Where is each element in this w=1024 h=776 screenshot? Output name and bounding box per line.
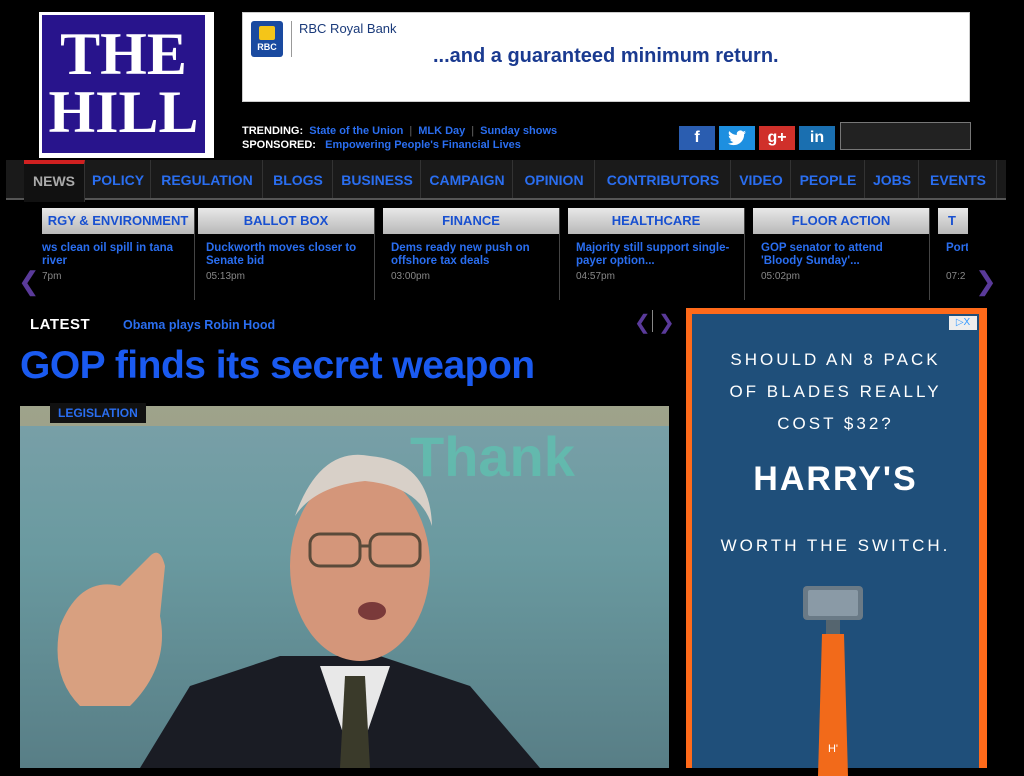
main-headline[interactable]: GOP finds its secret weapon	[20, 344, 535, 388]
topic-card[interactable]: FINANCE Dems ready new push on offshore …	[383, 208, 560, 300]
latest-nav-divider	[652, 310, 653, 332]
ad-question-line: SHOULD AN 8 PACK	[730, 350, 941, 369]
twitter-icon[interactable]	[719, 126, 755, 150]
topic-heading: FLOOR ACTION	[753, 208, 929, 234]
nav-item-jobs[interactable]: JOBS	[866, 160, 919, 198]
logo-line-1: THE	[60, 21, 187, 87]
topic-card[interactable]: FLOOR ACTION GOP senator to attend 'Bloo…	[753, 208, 930, 300]
ad-question: SHOULD AN 8 PACK OF BLADES REALLY COST $…	[692, 344, 979, 440]
facebook-icon[interactable]: f	[679, 126, 715, 150]
razor-handle-mark: H'	[828, 743, 838, 755]
ad-brand: HARRY'S	[753, 460, 918, 498]
harrys-ad[interactable]: ▷X SHOULD AN 8 PACK OF BLADES REALLY COS…	[686, 308, 987, 776]
topic-title[interactable]: Duckworth moves closer to Senate bid	[198, 234, 374, 270]
search-input[interactable]	[840, 122, 971, 150]
the-hill-logo[interactable]: THE HILL	[39, 12, 214, 158]
latest-label: LATEST	[30, 316, 91, 333]
topic-time: 07:2	[946, 271, 966, 282]
topic-time: 04:57pm	[576, 271, 615, 282]
ad-choices-icon[interactable]: ▷X	[949, 316, 977, 330]
banner-tagline: ...and a guaranteed minimum return.	[433, 45, 779, 67]
topic-time: 03:00pm	[391, 271, 430, 282]
svg-text:Thank: Thank	[410, 425, 576, 488]
ad-question-line: OF BLADES REALLY	[729, 382, 942, 401]
nav-item-people[interactable]: PEOPLE	[792, 160, 865, 198]
carousel-prev-icon[interactable]: ❮	[18, 266, 40, 297]
topic-card[interactable]: T Port 07:2	[938, 208, 968, 300]
nav-item-news[interactable]: NEWS	[24, 160, 85, 202]
latest-prev-icon[interactable]: ❮	[634, 310, 651, 335]
topic-card[interactable]: HEALTHCARE Majority still support single…	[568, 208, 745, 300]
nav-item-contributors[interactable]: CONTRIBUTORS	[596, 160, 731, 198]
topic-title[interactable]: Port	[938, 234, 968, 270]
topic-card[interactable]: RGY & ENVIRONMENT ws clean oil spill in …	[42, 208, 195, 300]
razor-icon: H'	[803, 586, 863, 776]
nav-item-policy[interactable]: POLICY	[86, 160, 151, 198]
banner-bank-name: RBC Royal Bank	[299, 21, 397, 36]
banner-divider	[291, 21, 292, 57]
topic-time: 7pm	[42, 271, 62, 282]
nav-item-blogs[interactable]: BLOGS	[264, 160, 333, 198]
nav-item-events[interactable]: EVENTS	[920, 160, 997, 198]
trending-label: TRENDING:	[242, 125, 304, 137]
trending-link[interactable]: MLK Day	[418, 125, 465, 137]
google-plus-icon[interactable]: g+	[759, 126, 795, 150]
topic-time: 05:02pm	[761, 271, 800, 282]
ad-tagline: WORTH THE SWITCH.	[720, 536, 951, 555]
trending-bar: TRENDING: State of the Union | MLK Day | Sun…	[242, 125, 558, 151]
sponsored-label: SPONSORED:	[242, 139, 316, 151]
topic-heading: HEALTHCARE	[568, 208, 744, 234]
topic-title[interactable]: GOP senator to attend 'Bloody Sunday'...	[753, 234, 929, 270]
latest-headline-link[interactable]: Obama plays Robin Hood	[123, 318, 275, 332]
headline-photo[interactable]: Thank	[20, 406, 669, 768]
carousel-next-icon[interactable]: ❯	[975, 266, 997, 297]
linkedin-icon[interactable]: in	[799, 126, 835, 150]
topic-card[interactable]: BALLOT BOX Duckworth moves closer to Sen…	[198, 208, 375, 300]
topic-title[interactable]: Majority still support single-payer opti…	[568, 234, 744, 270]
rbc-banner-ad[interactable]: RBC RBC Royal Bank ...and a guaranteed m…	[242, 12, 970, 102]
nav-item-campaign[interactable]: CAMPAIGN	[422, 160, 513, 198]
nav-item-business[interactable]: BUSINESS	[334, 160, 421, 198]
trending-link[interactable]: State of the Union	[309, 125, 403, 137]
topic-time: 05:13pm	[206, 271, 245, 282]
main-nav: NEWS POLICY REGULATION BLOGS BUSINESS CA…	[6, 160, 1006, 202]
trending-link[interactable]: Sunday shows	[480, 125, 557, 137]
topic-heading: RGY & ENVIRONMENT	[42, 208, 194, 234]
logo-line-2: HILL	[48, 79, 199, 145]
sponsored-link[interactable]: Empowering People's Financial Lives	[325, 139, 521, 151]
rbc-logo-icon: RBC	[251, 21, 283, 57]
latest-next-icon[interactable]: ❯	[658, 310, 675, 335]
topic-heading: BALLOT BOX	[198, 208, 374, 234]
topic-heading: FINANCE	[383, 208, 559, 234]
topics-carousel: RGY & ENVIRONMENT ws clean oil spill in …	[6, 204, 1006, 302]
topic-title[interactable]: Dems ready new push on offshore tax deal…	[383, 234, 559, 270]
nav-item-opinion[interactable]: OPINION	[514, 160, 595, 198]
topic-title[interactable]: ws clean oil spill in tana river	[42, 234, 194, 270]
nav-item-video[interactable]: VIDEO	[732, 160, 791, 198]
ad-question-line: COST $32?	[777, 414, 894, 433]
photo-category-tag[interactable]: LEGISLATION	[50, 403, 146, 423]
topic-heading: T	[938, 208, 968, 234]
nav-item-regulation[interactable]: REGULATION	[152, 160, 263, 198]
